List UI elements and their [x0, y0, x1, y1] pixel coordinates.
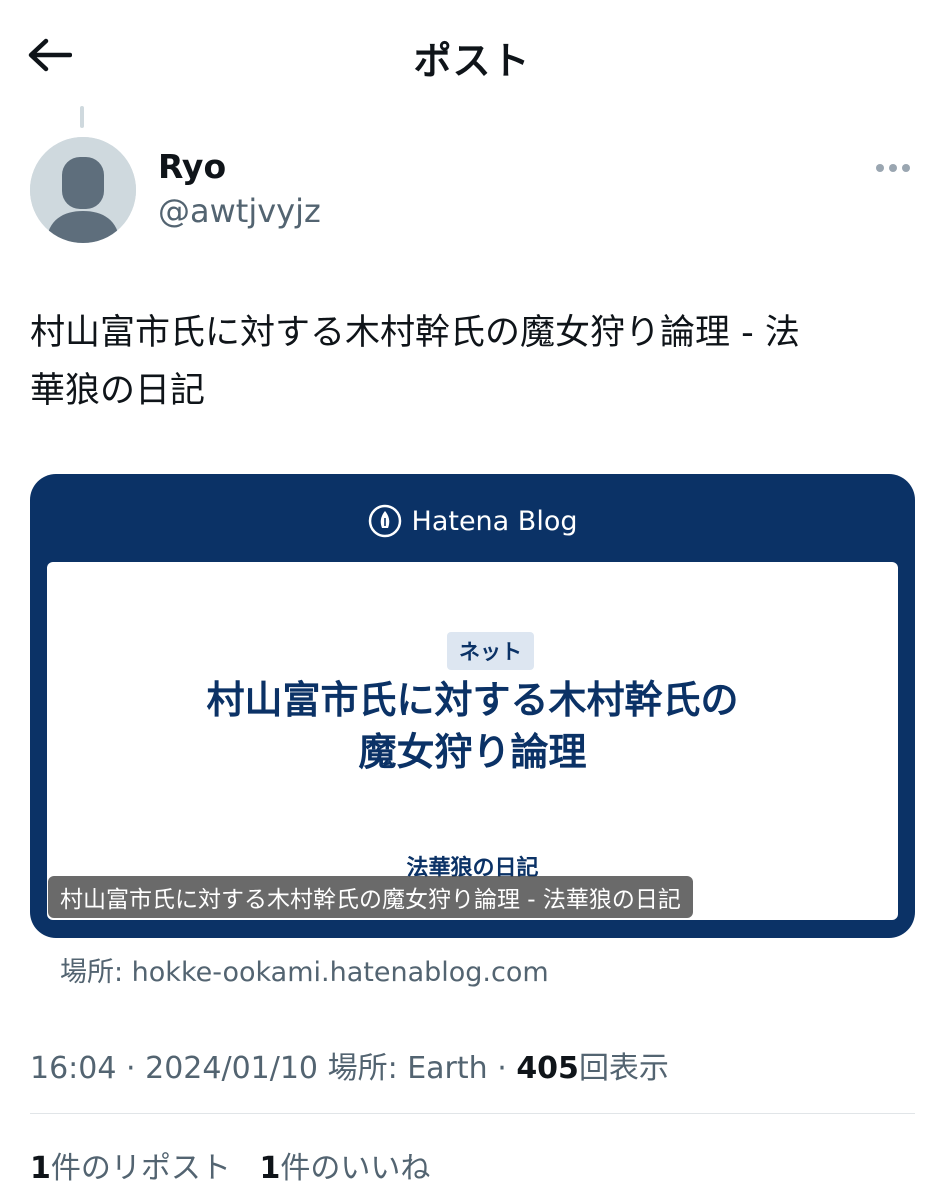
page-title: ポスト [413, 39, 531, 83]
tweet-date[interactable]: 2024/01/10 [145, 1051, 318, 1086]
likes-count: 1 [259, 1151, 281, 1186]
card-brand-label: Hatena Blog [411, 505, 578, 537]
card-headline-line: 村山富市氏に対する木村幹氏の [206, 678, 739, 722]
divider [30, 1113, 915, 1114]
default-avatar-icon [30, 137, 136, 243]
tweet-location: 場所: Earth [327, 1051, 488, 1086]
reposts-count: 1 [30, 1151, 51, 1186]
card-title-caption: 村山富市氏に対する木村幹氏の魔女狩り論理 - 法華狼の日記 [48, 876, 693, 918]
reposts-label: 件のリポスト [50, 1151, 231, 1186]
likes-stat[interactable]: 1件のいいね [259, 1151, 430, 1186]
meta-separator: · [126, 1051, 136, 1086]
link-card[interactable]: Hatena Blog ネット 村山富市氏に対する木村幹氏の 魔女狩り論理 法華… [30, 474, 915, 938]
tweet-text: 村山富市氏に対する木村幹氏の魔女狩り論理 - 法 華狼の日記 [30, 304, 910, 420]
hatena-pen-icon [368, 504, 401, 538]
tweet-text-line: 華狼の日記 [30, 371, 206, 411]
views-label: 回表示 [578, 1051, 669, 1086]
top-bar: ポスト [0, 0, 944, 108]
tweet-time[interactable]: 16:04 [30, 1051, 116, 1086]
tweet-text-line: 村山富市氏に対する木村幹氏の魔女狩り論理 - 法 [30, 313, 800, 353]
views-count: 405 [516, 1051, 579, 1086]
card-brand: Hatena Blog [30, 504, 915, 538]
meta-separator: · [497, 1051, 507, 1086]
engagement-stats: 1件のリポスト 1件のいいね [30, 1143, 430, 1187]
likes-label: 件のいいね [280, 1151, 431, 1186]
author-display-name[interactable]: Ryo [158, 147, 226, 186]
author-handle[interactable]: @awtjvyjz [158, 192, 321, 230]
avatar[interactable] [30, 137, 136, 243]
reposts-stat[interactable]: 1件のリポスト [30, 1151, 231, 1186]
thread-connector [80, 106, 84, 128]
card-headline: 村山富市氏に対する木村幹氏の 魔女狩り論理 [47, 674, 898, 778]
more-horizontal-icon [876, 164, 910, 172]
card-thumbnail: ネット 村山富市氏に対する木村幹氏の 魔女狩り論理 法華狼の日記 [47, 562, 898, 920]
more-options-button[interactable] [868, 148, 918, 188]
card-headline-line: 魔女狩り論理 [358, 730, 587, 774]
tweet-meta: 16:04 · 2024/01/10 場所: Earth · 405回表示 [30, 1043, 669, 1087]
card-source-link[interactable]: 場所: hokke-ookami.hatenablog.com [60, 950, 549, 989]
card-category-tag: ネット [447, 632, 534, 670]
